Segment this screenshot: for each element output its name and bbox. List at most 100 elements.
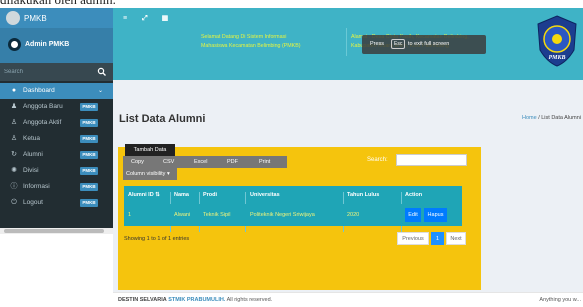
column-visibility-button[interactable]: Column visibility ▾ [123,168,177,180]
sidebar-item-logout[interactable]: ⏻ Logout PMKB [0,195,113,211]
cell-nama: Alwani [174,212,191,218]
scrollbar-thumb[interactable] [4,229,104,233]
cell-prodi: Teknik Sipil [203,212,231,218]
sidebar-item-informasi[interactable]: ⓘ Informasi PMKB [0,179,113,195]
pmkb-logo-icon: PMKB [537,15,577,67]
add-data-button[interactable]: Tambah Data [125,144,175,156]
breadcrumb-current: List Data Alumni [541,115,581,121]
welcome-line: Mahasiswa Kecamatan Belimbing (PMKB) [201,43,301,49]
user-icon: ♟ [10,103,18,110]
top-navbar: ≡ ⤢ ▦ Selamat Datang Di Sistem Informasi… [113,8,583,80]
sidebar-scrollbar[interactable] [0,228,113,234]
info-icon: ⓘ [10,183,18,190]
excel-button[interactable]: Excel [194,159,207,165]
cell-universitas: Politeknik Negeri Sriwijaya [250,212,315,218]
fullscreen-key: Esc [391,39,406,49]
document-text-fragment: dilakukan oleh admin. [0,0,583,8]
caret-down-icon: ▾ [166,171,170,177]
previous-page-button[interactable]: Previous [397,232,429,245]
sidebar-item-divisi[interactable]: ✺ Divisi PMKB [0,163,113,179]
column-header[interactable]: Action [405,192,422,198]
export-buttons: Copy CSV Excel PDF Print [123,156,287,168]
gear-icon: ✺ [11,167,17,174]
main-content: List Data Alumni Home / List Data Alumni… [113,80,583,292]
sidebar-item-label: Anggota Baru [23,103,63,110]
user-name: Admin PMKB [25,41,70,48]
column-header[interactable]: Tahun Lulus [347,192,379,198]
menu-badge: PMKB [80,167,98,175]
sidebar-item-dashboard[interactable]: ● Dashboard ⌄ [0,83,113,99]
person-icon: ♙ [10,135,18,142]
menu-badge: PMKB [80,135,98,143]
dashboard-icon: ● [11,87,17,94]
sidebar-item-label: Alumni [23,151,43,158]
breadcrumb: Home / List Data Alumni [522,115,581,121]
pdf-button[interactable]: PDF [227,159,238,165]
sidebar-search-input[interactable] [4,66,92,78]
column-header[interactable]: Prodi [203,192,217,198]
fullscreen-press: Press [370,41,385,47]
fullscreen-message: to exit full screen [408,41,450,47]
fullscreen-notice: Press Esc to exit full screen [362,35,486,54]
search-label: Search: [367,157,388,163]
expand-icon[interactable]: ⤢ [139,15,151,23]
person-icon: ♙ [10,119,18,126]
copy-button[interactable]: Copy [131,159,144,165]
footer-author: DESTIN SELVARIA [118,297,167,303]
welcome-line: Selamat Datang Di Sistem Informasi [201,34,287,40]
user-panel: Admin PMKB [0,28,113,63]
sidebar-menu: ● Dashboard ⌄ ♟ Anggota Baru PMKB ♙ Angg… [0,83,113,211]
brand-name: PMKB [24,14,47,23]
sidebar: PMKB Admin PMKB ● Dashboard ⌄ ♟ Anggota … [0,8,113,234]
column-visibility-label: Column visibility [126,171,166,177]
welcome-text: Selamat Datang Di Sistem Informasi Mahas… [201,33,343,51]
search-icon[interactable] [96,65,108,79]
csv-button[interactable]: CSV [163,159,174,165]
chevron-down-icon: ⌄ [97,88,103,94]
footer: DESTIN SELVARIA STMIK PRABUMULIH. All ri… [113,292,583,307]
column-header[interactable]: Alumni ID ⇅ [128,192,160,198]
table-header-row: Alumni ID ⇅ Nama Prodi Universitas Tahun… [124,186,462,232]
sidebar-item-label: Informasi [23,183,50,190]
logo-text: PMKB [548,55,565,61]
page-number-button[interactable]: 1 [431,232,444,245]
sidebar-item-anggota-baru[interactable]: ♟ Anggota Baru PMKB [0,99,113,115]
breadcrumb-home[interactable]: Home [522,115,537,121]
avatar [8,38,21,51]
sidebar-item-label: Ketua [23,135,40,142]
sidebar-item-label: Dashboard [23,87,55,94]
sidebar-search [0,63,113,81]
refresh-icon: ↻ [11,151,17,158]
sidebar-brand[interactable]: PMKB [0,8,113,28]
menu-badge: PMKB [80,119,98,127]
sidebar-item-label: Divisi [23,167,39,174]
menu-badge: PMKB [80,199,98,207]
table-info: Showing 1 to 1 of 1 entries [124,236,190,242]
column-header[interactable]: Universitas [250,192,280,198]
footer-brand-link[interactable]: STMIK PRABUMULIH. [168,297,225,303]
breadcrumb-separator: / [538,115,540,121]
delete-button[interactable]: Hapus [424,208,447,222]
document-text: dilakukan oleh admin. [0,0,116,8]
sidebar-item-label: Logout [23,199,43,206]
footer-copyright: DESTIN SELVARIA STMIK PRABUMULIH. All ri… [118,297,272,303]
sidebar-item-anggota-aktif[interactable]: ♙ Anggota Aktif PMKB [0,115,113,131]
sidebar-item-label: Anggota Aktif [23,119,62,126]
sidebar-item-alumni[interactable]: ↻ Alumni PMKB [0,147,113,163]
footer-right-text: Anything you w... [539,297,581,303]
table-search-input[interactable] [396,154,467,166]
cell-alumni-id: 1 [128,212,132,218]
page-title: List Data Alumni [119,113,206,125]
sidebar-item-ketua[interactable]: ♙ Ketua PMKB [0,131,113,147]
edit-button[interactable]: Edit [405,208,421,222]
app-window: dilakukan oleh admin. PMKB Admin PMKB ● … [0,0,583,307]
print-button[interactable]: Print [259,159,270,165]
cell-tahun-lulus: 2020 [347,212,360,218]
grid-icon[interactable]: ▦ [159,14,171,22]
column-header[interactable]: Nama [174,192,189,198]
data-table-box: Tambah Data Copy CSV Excel PDF Print Col… [118,144,481,290]
menu-toggle-icon[interactable]: ≡ [119,15,131,22]
footer-rights: All rights reserved. [226,297,273,303]
next-page-button[interactable]: Next [446,232,466,245]
power-icon: ⏻ [11,199,17,206]
